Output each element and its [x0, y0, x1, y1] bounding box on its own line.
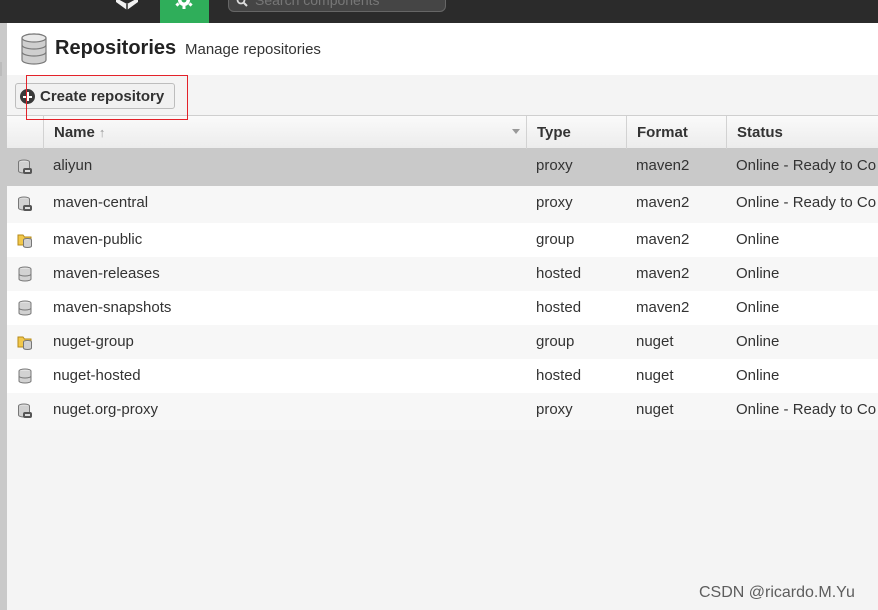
sidebar-collapse-handle[interactable]: [0, 62, 4, 76]
repo-format: maven2: [636, 157, 690, 174]
column-header-format-label: Format: [637, 124, 688, 141]
table-row[interactable]: aliyun proxy maven2 Online - Ready to Co: [7, 149, 878, 186]
database-icon: [21, 33, 47, 65]
column-menu-trigger-icon[interactable]: [512, 129, 520, 134]
table-row[interactable]: nuget-group group nuget Online: [7, 325, 878, 359]
repo-format: maven2: [636, 194, 690, 211]
table-row[interactable]: maven-releases hosted maven2 Online: [7, 257, 878, 291]
repo-name: nuget-group: [53, 333, 134, 350]
repo-name: nuget-hosted: [53, 367, 141, 384]
create-repository-label: Create repository: [40, 88, 165, 105]
cube-icon[interactable]: [114, 0, 140, 12]
proxy-repo-icon: [18, 403, 32, 418]
repo-format: nuget: [636, 333, 674, 350]
search-placeholder: Search components: [255, 0, 380, 8]
repo-status: Online: [736, 333, 780, 350]
search-icon: [236, 0, 248, 7]
hosted-repo-icon: [18, 300, 32, 316]
table-row[interactable]: nuget.org-proxy proxy nuget Online - Rea…: [7, 393, 878, 430]
repo-type: hosted: [536, 367, 582, 384]
repo-type: hosted: [536, 299, 582, 316]
sort-ascending-icon: ↑: [98, 125, 106, 140]
group-repo-icon: [17, 234, 32, 248]
page-header: Repositories Manage repositories: [7, 23, 878, 75]
repo-name: maven-snapshots: [53, 299, 172, 316]
repo-type: group: [536, 231, 575, 248]
repo-name: aliyun: [53, 157, 93, 174]
repo-name: maven-public: [53, 231, 143, 248]
create-repository-button[interactable]: Create repository: [15, 83, 175, 109]
repo-status: Online: [736, 265, 780, 282]
repo-format: maven2: [636, 299, 690, 316]
repo-type: hosted: [536, 265, 582, 282]
column-header-name-label: Name: [54, 124, 95, 141]
column-header-name[interactable]: Name ↑: [43, 116, 526, 149]
repo-format: nuget: [636, 401, 674, 418]
group-repo-icon: [17, 336, 32, 350]
main-panel: Repositories Manage repositories Create …: [7, 23, 878, 610]
repositories-grid: Name ↑ Type Format Status aliyun proxy ma…: [7, 115, 878, 610]
repo-status: Online - Ready to Co: [736, 401, 877, 418]
repo-name: maven-central: [53, 194, 149, 211]
page-subtitle: Manage repositories: [185, 41, 321, 58]
repo-name: maven-releases: [53, 265, 160, 282]
repo-type: proxy: [536, 194, 573, 211]
column-header-status-label: Status: [737, 124, 783, 141]
repo-name: nuget.org-proxy: [53, 401, 159, 418]
column-header-type[interactable]: Type: [526, 116, 626, 149]
repo-status: Online: [736, 299, 780, 316]
proxy-repo-icon: [18, 159, 32, 174]
repo-format: maven2: [636, 231, 690, 248]
table-row[interactable]: maven-central proxy maven2 Online - Read…: [7, 186, 878, 223]
column-header-type-label: Type: [537, 124, 571, 141]
repo-status: Online - Ready to Co: [736, 157, 877, 174]
repo-status: Online - Ready to Co: [736, 194, 877, 211]
column-header-format[interactable]: Format: [626, 116, 726, 149]
grid-header: Name ↑ Type Format Status: [7, 115, 878, 149]
repo-status: Online: [736, 231, 780, 248]
plus-circle-icon: [20, 89, 35, 104]
left-sidebar-edge: [0, 23, 7, 610]
gear-icon: [175, 0, 193, 9]
repo-format: maven2: [636, 265, 690, 282]
table-row[interactable]: nuget-hosted hosted nuget Online: [7, 359, 878, 393]
column-header-status[interactable]: Status: [726, 116, 878, 149]
repo-type: group: [536, 333, 575, 350]
repo-type: proxy: [536, 157, 573, 174]
repo-format: nuget: [636, 367, 674, 384]
repo-type: proxy: [536, 401, 573, 418]
table-row[interactable]: maven-snapshots hosted maven2 Online: [7, 291, 878, 325]
toolbar: Create repository: [7, 75, 878, 115]
proxy-repo-icon: [18, 196, 32, 211]
grid-body: aliyun proxy maven2 Online - Ready to Co…: [7, 149, 878, 430]
hosted-repo-icon: [18, 266, 32, 282]
repo-status: Online: [736, 367, 780, 384]
hosted-repo-icon: [18, 368, 32, 384]
watermark: CSDN @ricardo.M.Yu: [699, 584, 855, 601]
page-title: Repositories: [55, 37, 177, 59]
table-row[interactable]: maven-public group maven2 Online: [7, 223, 878, 257]
